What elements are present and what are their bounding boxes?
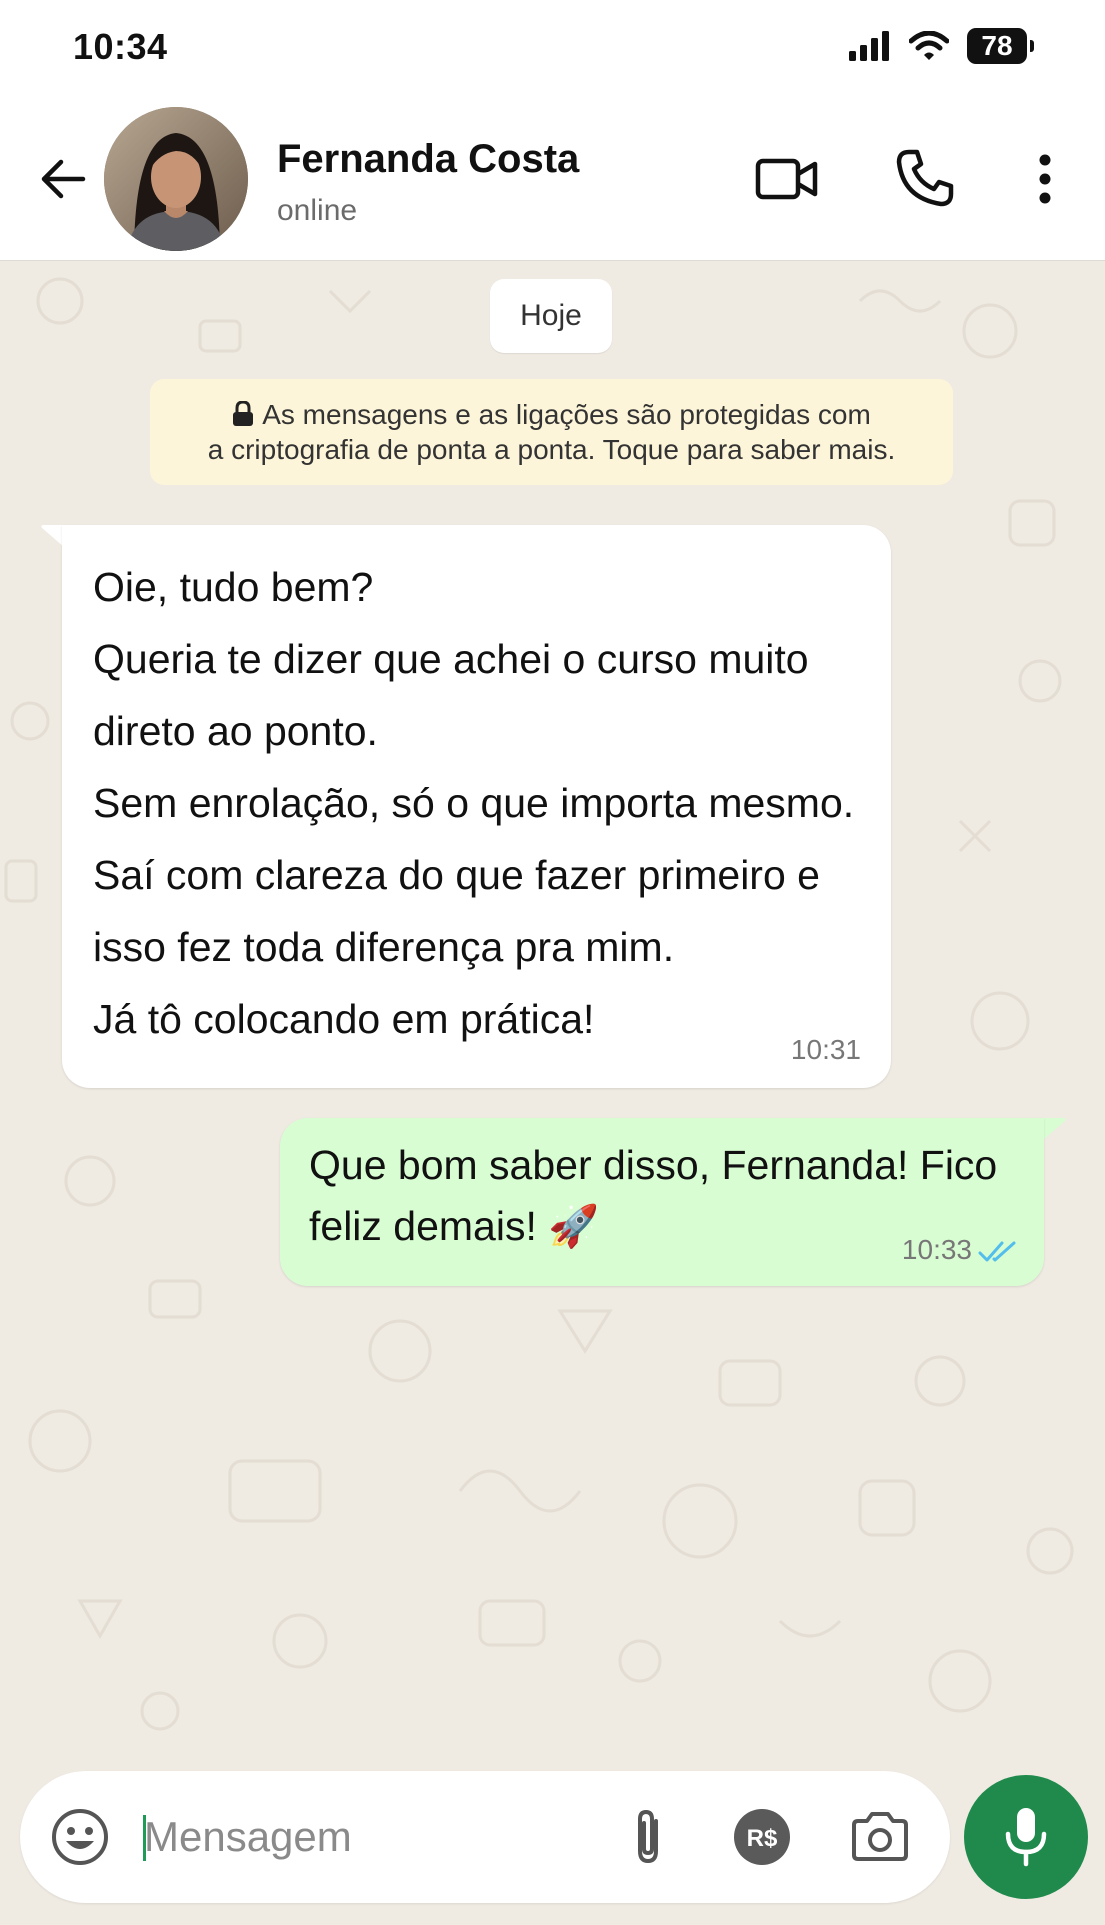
- emoji-icon: [52, 1809, 108, 1865]
- incoming-bubble-tail: [41, 525, 64, 547]
- camera-icon: [852, 1812, 908, 1861]
- message-line: Oie, tudo bem?: [93, 564, 374, 610]
- contact-avatar[interactable]: [104, 107, 248, 251]
- outgoing-message[interactable]: Que bom saber disso, Fernanda! Fico feli…: [280, 1118, 1044, 1286]
- contact-status: online: [277, 194, 358, 227]
- message-line: Queria te dizer que achei o curso muito: [93, 636, 809, 682]
- encryption-text-1: As mensagens e as ligações são protegida…: [262, 399, 871, 430]
- video-camera-icon: [755, 158, 818, 200]
- battery-indicator: 78: [967, 28, 1034, 64]
- voice-call-button[interactable]: [893, 147, 957, 209]
- contact-name[interactable]: Fernanda Costa: [277, 137, 579, 182]
- status-icons: 78: [849, 25, 1034, 67]
- signal-icon: [849, 31, 889, 61]
- date-chip: Hoje: [490, 279, 612, 353]
- message-line: Já tô colocando em prática!: [93, 996, 595, 1042]
- message-line: isso fez toda diferença pra mim.: [93, 924, 675, 970]
- lock-icon: [233, 401, 254, 426]
- message-line: Que bom saber disso, Fernanda! Fico: [309, 1142, 998, 1188]
- composer-bar: R$: [0, 1754, 1105, 1925]
- paperclip-icon: [638, 1809, 658, 1864]
- date-chip-label: Hoje: [520, 299, 582, 332]
- phone-icon: [896, 149, 954, 207]
- message-line: Sem enrolação, só o que importa mesmo.: [93, 780, 855, 826]
- double-check-icon: [978, 1241, 1016, 1262]
- voice-message-button[interactable]: [964, 1775, 1088, 1899]
- status-bar: 10:34 78: [0, 0, 1105, 95]
- camera-button[interactable]: [848, 1807, 912, 1867]
- arrow-left-icon: [41, 159, 86, 199]
- message-time: 10:33: [901, 1234, 972, 1265]
- payment-button[interactable]: R$: [732, 1807, 792, 1867]
- chat-header: Fernanda Costa online: [0, 95, 1105, 261]
- battery-level: 78: [981, 30, 1013, 61]
- back-button[interactable]: [34, 150, 92, 208]
- encryption-line-1: As mensagens e as ligações são protegida…: [150, 397, 953, 432]
- outgoing-bubble-tail: [1043, 1118, 1066, 1140]
- message-line: direto ao ponto.: [93, 708, 378, 754]
- encryption-notice[interactable]: As mensagens e as ligações são protegida…: [150, 379, 953, 485]
- payment-icon: R$: [734, 1809, 790, 1865]
- svg-text:R$: R$: [747, 1825, 778, 1852]
- message-input-container: R$: [20, 1771, 950, 1903]
- message-input[interactable]: [144, 1801, 604, 1873]
- attach-button[interactable]: [623, 1805, 673, 1869]
- message-line: Saí com clareza do que fazer primeiro e: [93, 852, 820, 898]
- more-vertical-icon: [1039, 154, 1051, 204]
- emoji-button[interactable]: [48, 1805, 112, 1869]
- message-time: 10:31: [790, 1034, 861, 1065]
- wifi-icon: [909, 31, 949, 60]
- status-time: 10:34: [73, 26, 168, 67]
- message-text: Oie, tudo bem? Queria te dizer que achei…: [93, 551, 854, 1055]
- avatar-photo: [104, 107, 248, 251]
- chat-area[interactable]: Hoje As mensagens e as ligações são prot…: [0, 261, 1105, 1754]
- video-call-button[interactable]: [752, 152, 822, 206]
- encryption-text-2: a criptografia de ponta a ponta. Toque p…: [207, 434, 896, 465]
- microphone-icon: [1005, 1808, 1047, 1867]
- message-text: Que bom saber disso, Fernanda! Fico feli…: [309, 1135, 997, 1257]
- incoming-message[interactable]: Oie, tudo bem? Queria te dizer que achei…: [62, 525, 891, 1088]
- message-line: feliz demais! 🚀: [309, 1203, 600, 1249]
- more-options-button[interactable]: [1025, 150, 1065, 208]
